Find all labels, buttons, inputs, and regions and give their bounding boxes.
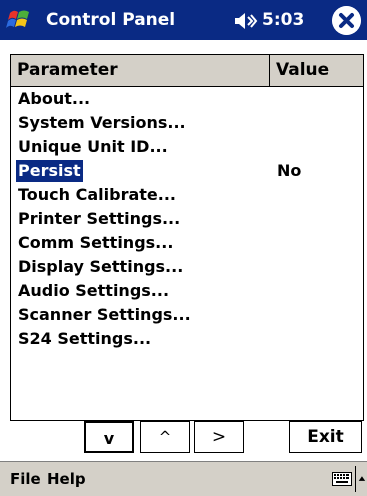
row-value: No (277, 161, 302, 180)
row-label: Display Settings... (18, 257, 184, 276)
row-label: Touch Calibrate... (18, 185, 176, 204)
grid-row-s24-settings[interactable]: S24 Settings... (11, 327, 363, 351)
menu-file[interactable]: File (10, 470, 41, 488)
menu-help[interactable]: Help (47, 470, 86, 488)
title-bar: Control Panel 5:03 (0, 0, 367, 40)
row-label: About... (18, 89, 91, 108)
row-label: Scanner Settings... (18, 305, 191, 324)
clock[interactable]: 5:03 (262, 10, 304, 30)
volume-icon[interactable] (233, 11, 259, 31)
grid-row-scanner-settings[interactable]: Scanner Settings... (11, 303, 363, 327)
row-label: Printer Settings... (18, 209, 181, 228)
right-button[interactable]: > (194, 421, 244, 453)
grid-rows: About... System Versions... Unique Unit … (11, 87, 363, 351)
row-label: Audio Settings... (18, 281, 170, 300)
parameter-grid[interactable]: Parameter Value About... System Versions… (10, 54, 364, 421)
grid-header: Parameter Value (11, 55, 363, 87)
menu-bar: File Help (0, 461, 367, 496)
up-button[interactable]: ^ (140, 421, 190, 453)
grid-row-display-settings[interactable]: Display Settings... (11, 255, 363, 279)
grid-row-unique-unit-id[interactable]: Unique Unit ID... (11, 135, 363, 159)
grid-row-printer-settings[interactable]: Printer Settings... (11, 207, 363, 231)
sip-arrow-icon[interactable] (355, 466, 367, 492)
column-header-value[interactable]: Value (270, 55, 363, 86)
down-button[interactable]: v (84, 421, 134, 453)
grid-row-audio-settings[interactable]: Audio Settings... (11, 279, 363, 303)
exit-button[interactable]: Exit (289, 421, 362, 453)
windows-start-icon[interactable] (4, 4, 35, 35)
row-label: Persist (16, 160, 83, 182)
row-label: Comm Settings... (18, 233, 174, 252)
column-header-parameter[interactable]: Parameter (11, 55, 270, 86)
grid-row-about[interactable]: About... (11, 87, 363, 111)
close-icon[interactable] (332, 6, 361, 35)
row-label: Unique Unit ID... (18, 137, 168, 156)
grid-row-comm-settings[interactable]: Comm Settings... (11, 231, 363, 255)
window-title: Control Panel (46, 10, 176, 30)
keyboard-icon[interactable] (332, 472, 352, 486)
row-label: S24 Settings... (18, 329, 152, 348)
row-label: System Versions... (18, 113, 186, 132)
grid-row-persist[interactable]: Persist No (11, 159, 363, 183)
grid-row-system-versions[interactable]: System Versions... (11, 111, 363, 135)
grid-row-touch-calibrate[interactable]: Touch Calibrate... (11, 183, 363, 207)
